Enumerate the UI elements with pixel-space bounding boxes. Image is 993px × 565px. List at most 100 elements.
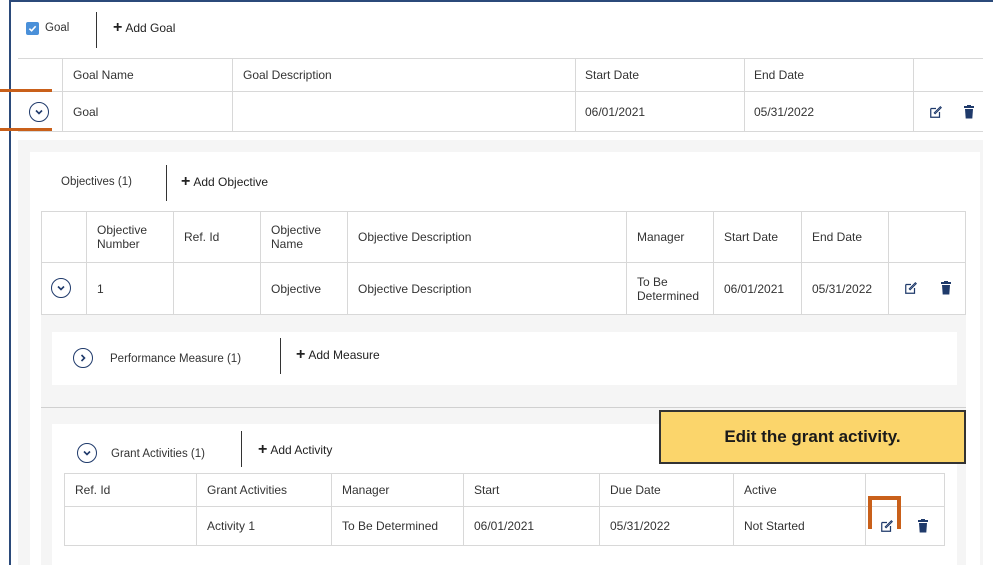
grant-col-line bbox=[463, 473, 464, 546]
goal-col-line bbox=[744, 58, 745, 132]
callout-text: Edit the grant activity. bbox=[724, 427, 901, 446]
obj-end-cell: 05/31/2022 bbox=[812, 281, 873, 296]
obj-col-line bbox=[626, 211, 627, 315]
goal-col-description: Goal Description bbox=[243, 67, 332, 82]
obj-col-line bbox=[713, 211, 714, 315]
grant-col-line bbox=[733, 473, 734, 546]
grant-activities-label[interactable]: Grant Activities (1) bbox=[111, 446, 205, 462]
highlight-marker bbox=[897, 496, 901, 529]
highlight-marker bbox=[868, 496, 872, 529]
goal-table-bottom bbox=[18, 131, 983, 132]
obj-manager-cell: To Be Determined bbox=[637, 274, 700, 303]
add-goal-label: Add Goal bbox=[125, 21, 176, 35]
obj-col-name: Objective Name bbox=[271, 222, 322, 251]
goal-expand-button[interactable] bbox=[29, 102, 49, 122]
performance-measure-label[interactable]: Performance Measure (1) bbox=[110, 351, 241, 367]
goal-col-line bbox=[232, 58, 233, 132]
grant-col-ref-id: Ref. Id bbox=[75, 483, 111, 497]
obj-table-left bbox=[41, 211, 42, 315]
obj-description-cell: Objective Description bbox=[358, 281, 472, 296]
obj-number-cell: 1 bbox=[97, 281, 104, 296]
tab-divider bbox=[96, 12, 97, 48]
grant-activity-delete-icon[interactable] bbox=[915, 518, 931, 534]
goal-col-line bbox=[913, 58, 914, 132]
instruction-callout: Edit the grant activity. bbox=[659, 410, 966, 464]
grant-start-cell: 06/01/2021 bbox=[474, 519, 535, 533]
grant-col-line bbox=[865, 473, 866, 546]
obj-col-line bbox=[86, 211, 87, 315]
obj-col-line bbox=[347, 211, 348, 315]
plus-icon: + bbox=[181, 173, 191, 190]
grant-activity-edit-icon[interactable] bbox=[879, 518, 895, 534]
plus-icon: + bbox=[296, 346, 306, 363]
goal-checkbox[interactable] bbox=[26, 22, 39, 35]
obj-col-number: Objective Number bbox=[97, 222, 148, 251]
obj-col-description: Objective Description bbox=[358, 229, 472, 244]
goal-end-cell: 05/31/2022 bbox=[754, 104, 815, 119]
grant-col-line bbox=[331, 473, 332, 546]
grant-col-start: Start bbox=[474, 483, 500, 497]
goal-col-line bbox=[575, 58, 576, 132]
chevron-down-icon bbox=[35, 109, 43, 115]
grant-activity-cell: Activity 1 bbox=[207, 519, 256, 533]
obj-start-cell: 06/01/2021 bbox=[724, 281, 785, 296]
goal-col-end: End Date bbox=[754, 67, 805, 82]
highlight-marker bbox=[0, 128, 52, 131]
goal-table-mid bbox=[18, 91, 983, 92]
grant-col-due: Due Date bbox=[610, 483, 661, 497]
add-activity-label: Add Activity bbox=[270, 443, 333, 457]
grant-manager-cell: To Be Determined bbox=[342, 519, 439, 533]
obj-col-line bbox=[173, 211, 174, 315]
goal-col-line bbox=[62, 58, 63, 132]
grant-col-line bbox=[196, 473, 197, 546]
grant-col-active: Active bbox=[744, 483, 777, 497]
add-activity-button[interactable]: + Add Activity bbox=[258, 442, 332, 458]
tab-divider bbox=[280, 338, 281, 374]
grant-table-left bbox=[64, 473, 65, 546]
chevron-right-icon bbox=[80, 354, 86, 362]
obj-col-line bbox=[888, 211, 889, 315]
goal-col-start: Start Date bbox=[585, 67, 640, 82]
add-goal-button[interactable]: + Add Goal bbox=[113, 20, 175, 36]
grant-table-right bbox=[944, 473, 945, 546]
goal-table-top bbox=[18, 58, 983, 59]
obj-col-start: Start Date bbox=[724, 229, 779, 244]
goal-tab-label[interactable]: Goal bbox=[45, 20, 69, 36]
grant-activities-expand-button[interactable] bbox=[77, 443, 97, 463]
grant-panel-top bbox=[41, 407, 966, 408]
plus-icon: + bbox=[258, 441, 268, 458]
objectives-tab-label[interactable]: Objectives (1) bbox=[61, 174, 132, 190]
add-objective-button[interactable]: + Add Objective bbox=[181, 174, 268, 190]
obj-col-ref-id: Ref. Id bbox=[184, 229, 220, 244]
goal-edit-icon[interactable] bbox=[928, 104, 944, 120]
check-icon bbox=[28, 25, 37, 32]
obj-col-line bbox=[260, 211, 261, 315]
goal-start-cell: 06/01/2021 bbox=[585, 104, 646, 119]
grant-col-activity: Grant Activities bbox=[207, 483, 288, 497]
objective-delete-icon[interactable] bbox=[938, 280, 954, 296]
highlight-marker bbox=[0, 89, 52, 92]
chevron-down-icon bbox=[83, 450, 91, 456]
add-objective-label: Add Objective bbox=[193, 175, 269, 189]
plus-icon: + bbox=[113, 19, 123, 36]
goal-col-name: Goal Name bbox=[73, 67, 134, 82]
grant-col-manager: Manager bbox=[342, 483, 390, 497]
tab-divider bbox=[241, 431, 242, 467]
grant-col-line bbox=[599, 473, 600, 546]
obj-table-right bbox=[965, 211, 966, 315]
goal-delete-icon[interactable] bbox=[961, 104, 977, 120]
obj-col-manager: Manager bbox=[637, 229, 685, 244]
tab-divider bbox=[166, 165, 167, 201]
chevron-down-icon bbox=[57, 285, 65, 291]
obj-col-end: End Date bbox=[812, 229, 863, 244]
objective-edit-icon[interactable] bbox=[903, 280, 919, 296]
grant-active-cell: Not Started bbox=[744, 519, 805, 533]
add-measure-label: Add Measure bbox=[308, 348, 380, 362]
grant-due-cell: 05/31/2022 bbox=[610, 519, 671, 533]
goal-name-cell: Goal bbox=[73, 104, 99, 119]
add-measure-button[interactable]: + Add Measure bbox=[296, 347, 380, 363]
objective-expand-button[interactable] bbox=[51, 278, 71, 298]
performance-measure-expand-button[interactable] bbox=[73, 348, 93, 368]
obj-name-cell: Objective bbox=[271, 281, 322, 296]
obj-col-line bbox=[801, 211, 802, 315]
